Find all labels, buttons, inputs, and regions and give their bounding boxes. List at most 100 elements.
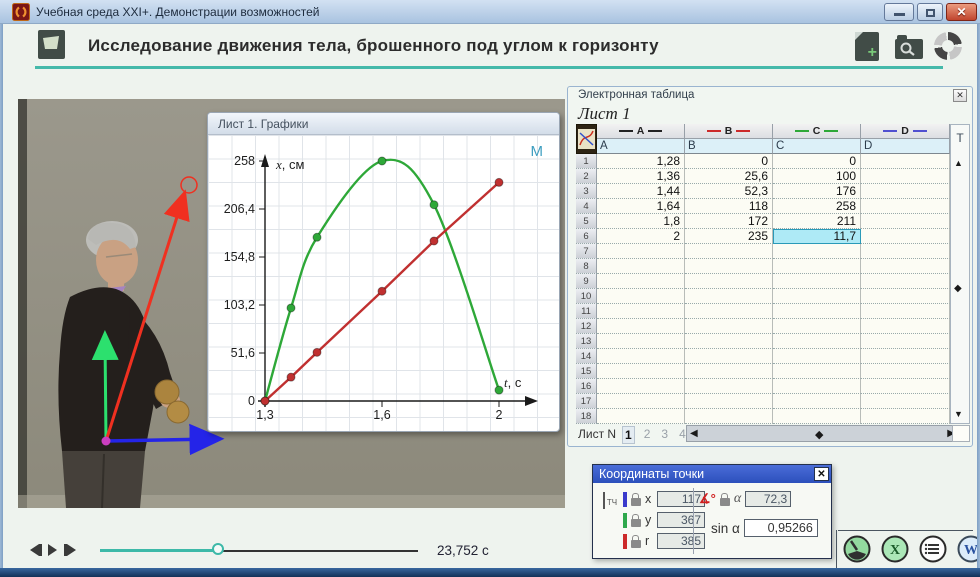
table-cell-B1[interactable]: 0 [685,154,773,169]
data-point-C[interactable] [378,157,386,165]
scroll-up-icon[interactable]: ▲ [954,158,963,168]
marker-mode-label[interactable]: M [531,143,544,160]
table-cell-B13[interactable] [685,334,773,349]
table-cell-D16[interactable] [861,379,950,394]
row-number[interactable]: 9 [576,274,597,289]
coord-r-value[interactable]: 385 [657,533,705,549]
chart-titlebar[interactable]: Лист 1. Графики [208,113,559,135]
table-cell-C10[interactable] [773,289,861,304]
play-button[interactable] [48,544,57,556]
table-cell-A11[interactable] [597,304,685,319]
table-cell-C1[interactable]: 0 [773,154,861,169]
slider-track[interactable] [218,550,418,552]
column-label-B[interactable]: B [685,139,773,154]
table-cell-B17[interactable] [685,394,773,409]
table-cell-A8[interactable] [597,259,685,274]
table-cell-C7[interactable] [773,244,861,259]
table-cell-A17[interactable] [597,394,685,409]
table-cell-B8[interactable] [685,259,773,274]
table-cell-C2[interactable]: 100 [773,169,861,184]
gauge-icon[interactable] [843,535,871,563]
table-cell-A9[interactable] [597,274,685,289]
slider-thumb[interactable] [212,543,224,555]
coord-x-value[interactable]: 117 [657,491,705,507]
table-cell-D12[interactable] [861,319,950,334]
table-cell-A1[interactable]: 1,28 [597,154,685,169]
table-cell-B14[interactable] [685,349,773,364]
row-number[interactable]: 8 [576,259,597,274]
table-cell-C11[interactable] [773,304,861,319]
vector-origin[interactable] [102,437,111,446]
row-number[interactable]: 11 [576,304,597,319]
column-header-D[interactable]: D [861,124,950,139]
sheet-tab-2[interactable]: 2 [642,426,653,444]
table-cell-C3[interactable]: 176 [773,184,861,199]
scrollbar-thumb[interactable]: ◆ [815,428,823,441]
table-cell-B15[interactable] [685,364,773,379]
table-cell-A12[interactable] [597,319,685,334]
table-cell-A18[interactable] [597,409,685,424]
table-cell-A14[interactable] [597,349,685,364]
table-cell-A4[interactable]: 1,64 [597,199,685,214]
step-back-button[interactable] [30,544,42,556]
table-cell-C12[interactable] [773,319,861,334]
table-cell-B18[interactable] [685,409,773,424]
table-cell-D3[interactable] [861,184,950,199]
scrollbar-thumb[interactable]: ◆ [954,283,962,294]
corner-chart-icon[interactable] [576,124,597,154]
table-cell-B9[interactable] [685,274,773,289]
table-cell-D5[interactable] [861,214,950,229]
table-cell-C6[interactable]: 11,7 [773,229,861,244]
slider-progress[interactable] [100,549,218,552]
coord-y-value[interactable]: 367 [657,512,705,528]
row-number[interactable]: 1 [576,154,597,169]
new-document-icon[interactable]: + [855,32,879,61]
table-cell-B10[interactable] [685,289,773,304]
table-cell-B7[interactable] [685,244,773,259]
step-forward-button[interactable] [64,544,76,556]
row-number[interactable]: 13 [576,334,597,349]
table-cell-A7[interactable] [597,244,685,259]
data-point-C[interactable] [287,304,295,312]
table-cell-C18[interactable] [773,409,861,424]
angle-value[interactable]: 72,3 [745,491,791,507]
list-icon[interactable] [919,535,947,563]
data-point-B[interactable] [378,287,386,295]
table-cell-D13[interactable] [861,334,950,349]
row-number[interactable]: 16 [576,379,597,394]
table-cell-D9[interactable] [861,274,950,289]
data-point-C[interactable] [430,201,438,209]
table-cell-C14[interactable] [773,349,861,364]
notebook-icon[interactable] [38,30,65,59]
row-number[interactable]: 14 [576,349,597,364]
point-tool-icon[interactable]: ТЧ [598,492,620,510]
row-number[interactable]: 3 [576,184,597,199]
minimize-button[interactable] [884,3,914,21]
scroll-down-icon[interactable]: ▼ [954,409,963,419]
table-cell-B4[interactable]: 118 [685,199,773,214]
lock-icon[interactable] [631,519,641,527]
table-cell-C13[interactable] [773,334,861,349]
column-label-D[interactable]: D [861,139,950,154]
data-point-B[interactable] [313,348,321,356]
table-cell-A2[interactable]: 1,36 [597,169,685,184]
row-number[interactable]: 12 [576,319,597,334]
table-cell-B5[interactable]: 172 [685,214,773,229]
close-button[interactable]: ✕ [946,3,977,21]
row-number[interactable]: 10 [576,289,597,304]
scroll-left-icon[interactable]: ◀ [690,428,698,439]
table-cell-D14[interactable] [861,349,950,364]
table-cell-A3[interactable]: 1,44 [597,184,685,199]
maximize-button[interactable] [917,3,943,21]
lock-icon[interactable] [720,498,730,506]
table-cell-D10[interactable] [861,289,950,304]
column-header-B[interactable]: B [685,124,773,139]
table-cell-A15[interactable] [597,364,685,379]
table-cell-D18[interactable] [861,409,950,424]
table-cell-A13[interactable] [597,334,685,349]
lock-icon[interactable] [631,498,641,506]
table-cell-C5[interactable]: 211 [773,214,861,229]
data-point-B[interactable] [495,178,503,186]
data-point-C[interactable] [495,386,503,394]
table-cell-B12[interactable] [685,319,773,334]
